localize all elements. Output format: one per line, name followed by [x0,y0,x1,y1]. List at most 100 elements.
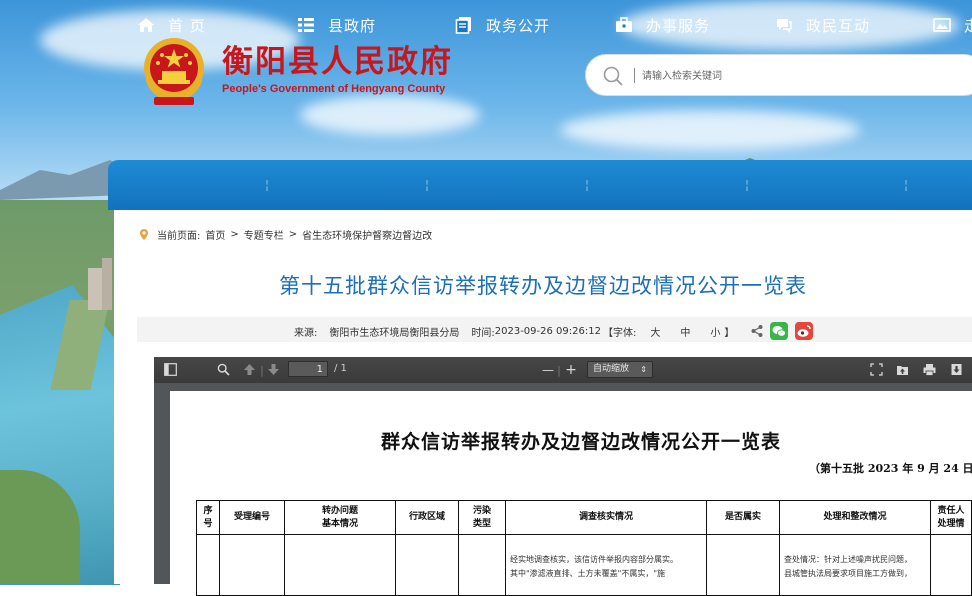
header-line: 污染 [472,505,491,516]
search-input[interactable] [640,65,944,87]
column-header-investigation: 调查核实情况 [505,500,707,535]
source-value: 衡阳市生态环境局衡阳县分局 [329,327,460,339]
breadcrumb-separator: > [288,229,298,240]
breadcrumb: 当前页面: 首页 > 专题专栏 > 省生态环境保护督察边督边改 [137,227,437,242]
print-icon[interactable] [923,363,936,376]
header-line: 类型 [472,518,491,529]
column-header-handling: 处理和整改情况 [779,500,931,535]
document-batch-date: （第十五批 2023 年 9 月 24 日 [809,462,972,475]
zoom-in-button[interactable]: + [563,357,579,383]
header-line: 行政区域 [408,512,445,522]
previous-page-icon[interactable] [243,363,256,376]
search-box[interactable] [585,54,972,96]
column-header-accept-number: 受理编号 [219,500,285,535]
cell-text: 查处情况：针对上述噪声扰民问题， 县城管执法局要求项目施工方做到， [780,535,930,581]
source-label: 来源: [294,327,318,339]
background-building [88,268,102,310]
header-line: 号 [203,518,213,529]
nav-item-label: 政民互动 [806,16,871,35]
header-line: 调查核实情况 [578,512,633,522]
header-line: 基本情况 [321,518,358,529]
open-file-icon[interactable] [896,363,909,376]
header-line: 处理情 [937,518,965,529]
font-size-close: 】 [724,327,735,339]
image-icon [933,18,951,32]
breadcrumb-link-inspection[interactable]: 省生态环境保护督察边督边改 [302,227,432,242]
nav-item-label: 办事服务 [646,16,711,35]
nav-item-label: 走 [964,15,972,36]
nav-item-label: 首 页 [168,16,206,35]
pdf-toolbar: | / 1 — | + 自动缩放 ⇕ [154,357,972,383]
column-header-serial: 序 号 [196,500,220,535]
column-header-region: 行政区域 [395,500,459,535]
next-page-icon[interactable] [267,363,280,376]
weibo-share-icon[interactable] [795,322,814,340]
background-building [102,258,112,310]
briefcase-icon [616,17,632,32]
cell-line: 查处情况：针对上述噪声扰民问题， [784,555,912,564]
nav-item-government-affairs[interactable]: 政务公开 [455,0,550,50]
toolbar-divider: | [260,363,264,377]
page-number-input[interactable] [288,361,328,377]
article-meta: 来源: 衡阳市生态环境局衡阳县分局 时间: 2023-09-26 09:26:1… [294,322,814,340]
fullscreen-icon[interactable] [870,363,883,376]
font-size-medium[interactable]: 中 [680,324,690,339]
site-subtitle: People's Government of Hengyang County [222,83,446,95]
page-total: / 1 [334,363,347,374]
document-title: 群众信访举报转办及边督边改情况公开一览表 [380,431,781,453]
nav-item-home[interactable]: 首 页 [137,0,206,50]
font-size-large[interactable]: 大 [650,324,660,339]
nav-item-services[interactable]: 办事服务 [615,0,710,50]
nav-separator: ¦ [265,178,270,192]
breadcrumb-link-home[interactable]: 首页 [205,227,225,242]
table-cell-handling: 查处情况：针对上述噪声扰民问题， 县城管执法局要求项目施工方做到， [779,534,931,596]
sidebar-toggle-icon[interactable] [164,363,177,376]
nav-separator: ¦ [425,178,430,192]
search-icon[interactable] [602,65,624,87]
font-size-label: 【字体: [602,327,637,339]
nav-item-interaction[interactable]: 政民互动 [775,0,870,50]
nav-item-explore[interactable]: 走 [933,0,972,50]
header-line: 责任人 [937,505,965,516]
document-table: 序 号 受理编号 转办问题 基本情况 行政区域 污染 类型 调查核实情况 是否属… [196,500,972,596]
nav-separator: ¦ [904,178,909,192]
table-cell [219,534,285,596]
header-line: 转办问题 [321,505,358,516]
table-cell [196,534,220,596]
search-separator [634,68,635,83]
nav-item-county-government[interactable]: 县政府 [297,0,376,50]
toolbar-divider: | [557,363,561,377]
header-line: 处理和整改情况 [823,512,887,522]
chat-icon [777,19,792,34]
list-icon [298,18,314,32]
download-icon[interactable] [950,363,963,376]
article-title: 第十五批群众信访举报转办及边督边改情况公开一览表 [279,274,807,298]
share-icon[interactable] [750,324,764,338]
cell-line: 县城管执法局要求项目施工方做到， [784,569,912,578]
column-header-verified: 是否属实 [706,500,780,535]
zoom-select-value: 自动缩放 [593,364,630,374]
table-cell [458,534,506,596]
font-size-small[interactable]: 小 [710,324,720,339]
home-icon [138,18,154,32]
location-pin-icon [140,228,148,240]
document-icon [455,17,471,34]
column-header-problem: 转办问题 基本情况 [284,500,396,535]
zoom-select[interactable]: 自动缩放 ⇕ [587,361,653,378]
background-cloud [300,95,480,135]
table-row: 经实地调查核实，该信访件举报内容部分属实。 其中"渗滤液直排、土方未覆盖"不属实… [196,534,972,596]
time-value: 2023-09-26 09:26:12 [494,325,601,337]
find-icon[interactable] [217,363,230,376]
time-label: 时间: [471,327,495,339]
header-line: 是否属实 [724,512,761,522]
select-arrows-icon: ⇕ [640,365,647,374]
cell-text: 经实地调查核实，该信访件举报内容部分属实。 其中"渗滤液直排、土方未覆盖"不属实… [506,535,706,581]
table-cell [284,534,396,596]
breadcrumb-separator: > [230,229,239,240]
header-line: 受理编号 [233,512,270,522]
column-header-pollution-type: 污染 类型 [458,500,506,535]
nav-separator: ¦ [585,178,590,192]
wechat-share-icon[interactable] [770,322,789,340]
breadcrumb-link-topics[interactable]: 专题专栏 [244,227,284,242]
zoom-out-button[interactable]: — [540,357,556,383]
